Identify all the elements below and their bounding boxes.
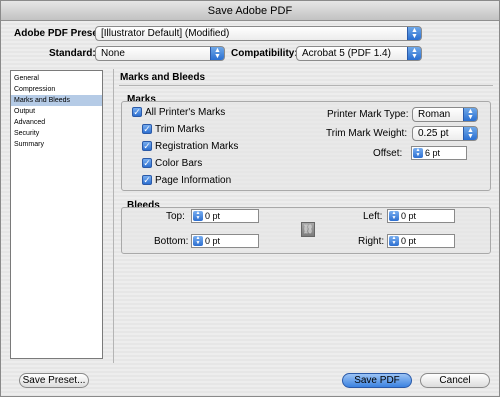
compatibility-label: Compatibility: <box>231 48 298 59</box>
vertical-divider <box>113 69 114 363</box>
printer-mark-type-value: Roman <box>418 109 451 120</box>
save-adobe-pdf-dialog: Save Adobe PDF Adobe PDF Preset: [Illust… <box>0 0 500 397</box>
printer-mark-type-label: Printer Mark Type: <box>327 109 409 120</box>
horizontal-divider <box>119 85 493 86</box>
stepper-arrows-icon[interactable]: ▲ ▼ <box>193 211 203 221</box>
all-printers-marks-label: All Printer's Marks <box>145 107 226 118</box>
up-down-arrows-icon: ▲ ▼ <box>407 47 421 60</box>
up-down-arrows-icon: ▲ ▼ <box>407 27 421 40</box>
standard-value: None <box>101 48 125 59</box>
checkmark-icon: ✓ <box>143 175 151 185</box>
registration-marks-label: Registration Marks <box>155 141 239 152</box>
preset-label: Adobe PDF Preset: <box>14 28 105 39</box>
up-down-arrows-icon: ▲ ▼ <box>463 108 477 121</box>
link-bleeds-button[interactable]: ⛓ <box>301 222 315 237</box>
preset-select[interactable]: [Illustrator Default] (Modified) ▲ ▼ <box>95 26 422 41</box>
bleed-left-value: 0 pt <box>401 211 417 221</box>
stepper-arrows-icon[interactable]: ▲ ▼ <box>193 236 203 246</box>
preset-value: [Illustrator Default] (Modified) <box>101 28 230 39</box>
page-information-checkbox[interactable]: ✓ <box>142 175 152 185</box>
page-information-label: Page Information <box>155 175 232 186</box>
up-down-arrows-icon: ▲ ▼ <box>463 127 477 140</box>
bleed-top-label: Top: <box>166 211 185 222</box>
bleed-bottom-input[interactable]: ▲ ▼ 0 pt <box>191 234 259 248</box>
bleed-right-value: 0 pt <box>401 236 417 246</box>
checkmark-icon: ✓ <box>143 141 151 151</box>
registration-marks-checkbox[interactable]: ✓ <box>142 141 152 151</box>
stepper-arrows-icon[interactable]: ▲ ▼ <box>389 236 399 246</box>
checkmark-icon: ✓ <box>143 124 151 134</box>
offset-label: Offset: <box>373 148 403 159</box>
trim-mark-weight-select[interactable]: 0.25 pt ▲ ▼ <box>412 126 478 141</box>
bleed-top-input[interactable]: ▲ ▼ 0 pt <box>191 209 259 223</box>
all-printers-marks-checkbox[interactable]: ✓ <box>132 107 142 117</box>
cancel-button[interactable]: Cancel <box>420 373 490 388</box>
sidebar-item-output[interactable]: Output <box>11 106 102 117</box>
checkmark-icon: ✓ <box>133 107 141 117</box>
stepper-arrows-icon[interactable]: ▲ ▼ <box>389 211 399 221</box>
color-bars-label: Color Bars <box>155 158 203 169</box>
trim-marks-label: Trim Marks <box>155 124 205 135</box>
save-preset-button[interactable]: Save Preset... <box>19 373 89 388</box>
bleed-left-label: Left: <box>363 211 383 222</box>
offset-input[interactable]: ▲ ▼ 6 pt <box>411 146 467 160</box>
bleed-right-input[interactable]: ▲ ▼ 0 pt <box>387 234 455 248</box>
bleed-left-input[interactable]: ▲ ▼ 0 pt <box>387 209 455 223</box>
checkmark-icon: ✓ <box>143 158 151 168</box>
compatibility-value: Acrobat 5 (PDF 1.4) <box>302 48 391 59</box>
bleed-bottom-value: 0 pt <box>205 236 221 246</box>
sidebar-item-summary[interactable]: Summary <box>11 139 102 150</box>
trim-mark-weight-value: 0.25 pt <box>418 128 449 139</box>
standard-select[interactable]: None ▲ ▼ <box>95 46 225 61</box>
standard-label: Standard: <box>49 48 96 59</box>
bleed-bottom-label: Bottom: <box>154 236 189 247</box>
bleed-right-label: Right: <box>358 236 385 247</box>
color-bars-checkbox[interactable]: ✓ <box>142 158 152 168</box>
window-title: Save Adobe PDF <box>1 1 499 21</box>
sidebar-item-marks-and-bleeds[interactable]: Marks and Bleeds <box>11 95 102 106</box>
sidebar-item-general[interactable]: General <box>11 73 102 84</box>
sidebar-item-security[interactable]: Security <box>11 128 102 139</box>
sidebar-item-compression[interactable]: Compression <box>11 84 102 95</box>
printer-mark-type-select[interactable]: Roman ▲ ▼ <box>412 107 478 122</box>
bleed-top-value: 0 pt <box>205 211 221 221</box>
trim-mark-weight-label: Trim Mark Weight: <box>326 128 408 139</box>
trim-marks-checkbox[interactable]: ✓ <box>142 124 152 134</box>
sidebar-item-advanced[interactable]: Advanced <box>11 117 102 128</box>
compatibility-select[interactable]: Acrobat 5 (PDF 1.4) ▲ ▼ <box>296 46 422 61</box>
save-pdf-button[interactable]: Save PDF <box>342 373 412 388</box>
chain-link-icon: ⛓ <box>302 224 314 234</box>
panel-title: Marks and Bleeds <box>120 72 206 83</box>
stepper-arrows-icon[interactable]: ▲ ▼ <box>413 148 423 158</box>
category-list: General Compression Marks and Bleeds Out… <box>10 70 103 359</box>
offset-value: 6 pt <box>425 148 441 158</box>
up-down-arrows-icon: ▲ ▼ <box>210 47 224 60</box>
